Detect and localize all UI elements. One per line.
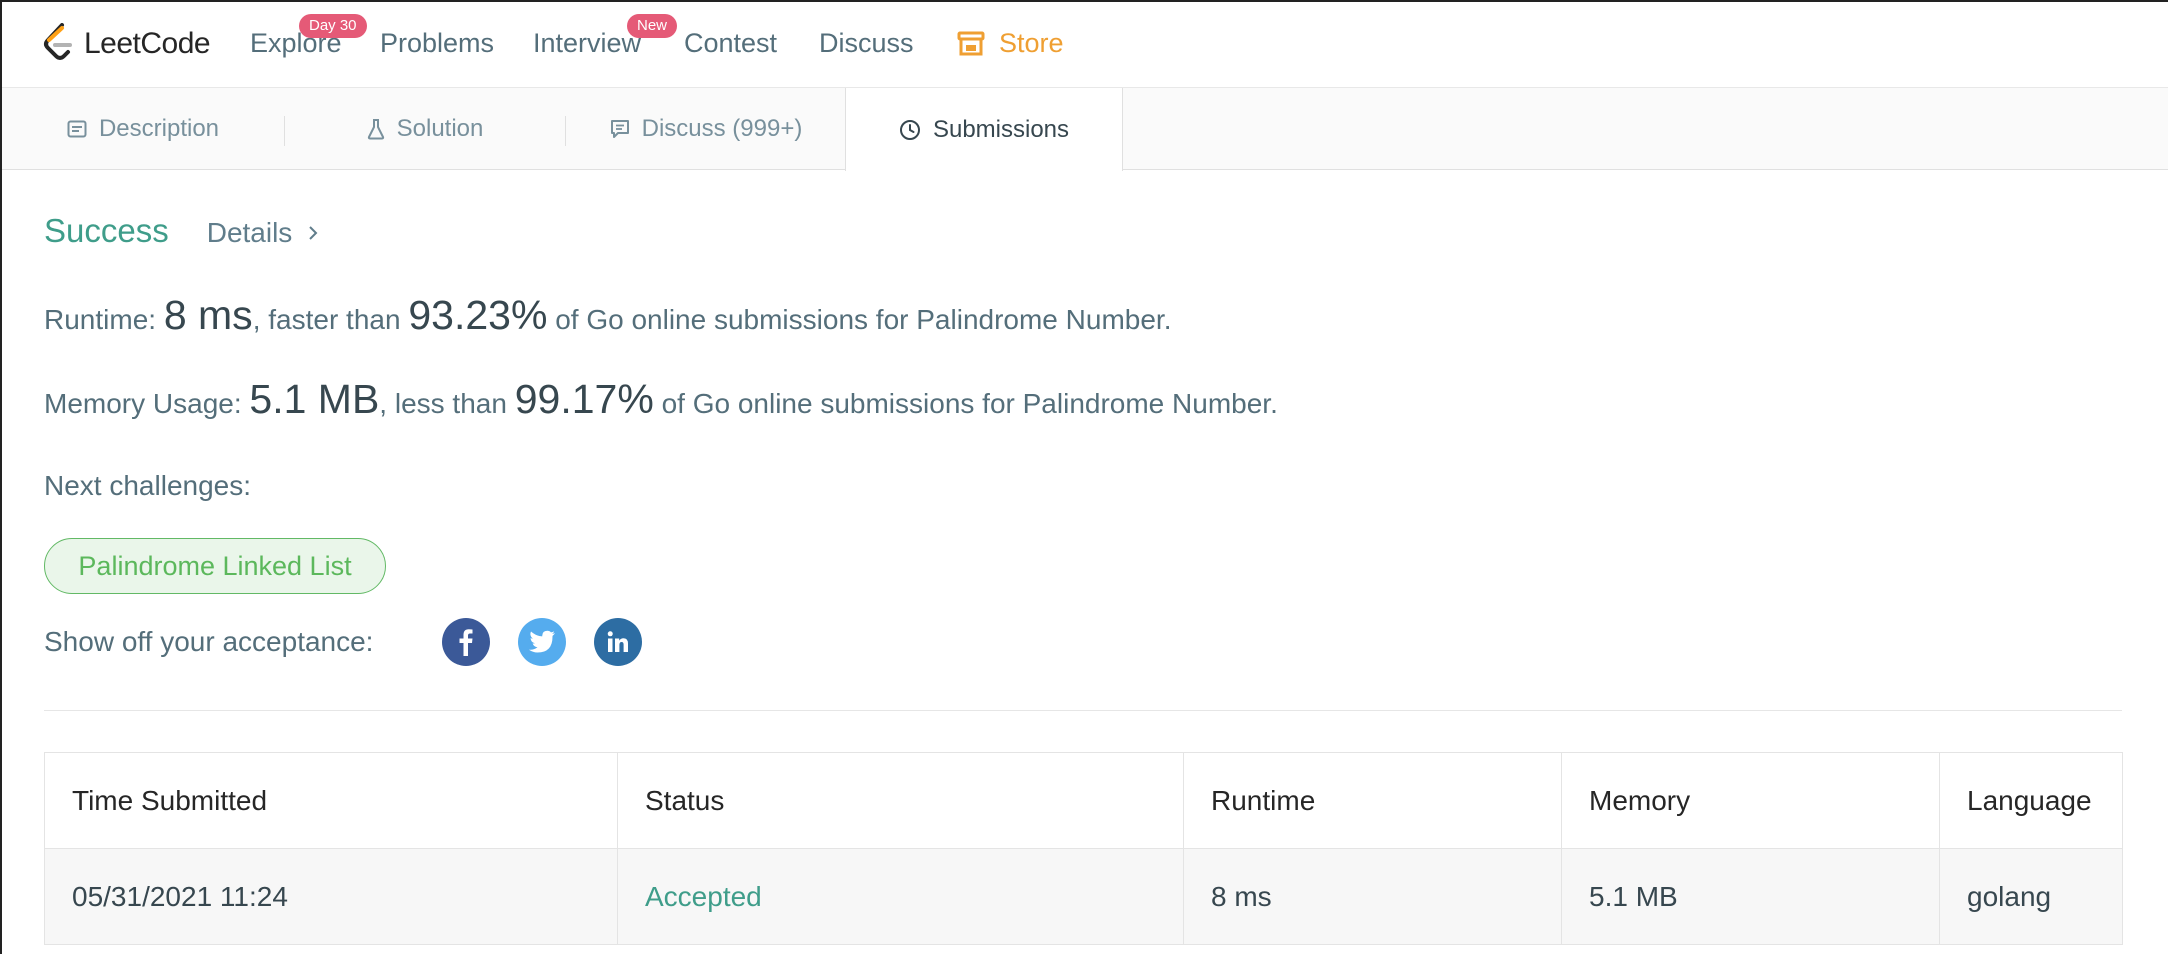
table-row: 05/31/2021 11:24 Accepted 8 ms 5.1 MB go… xyxy=(45,849,2122,945)
flask-icon xyxy=(367,119,384,140)
column-header-memory[interactable]: Memory xyxy=(1562,753,1940,848)
tab-submissions[interactable]: Submissions xyxy=(845,88,1123,171)
tab-discuss-label: Discuss (999+) xyxy=(641,115,803,142)
result-status-row: Success Details xyxy=(44,212,318,250)
twitter-share-button[interactable] xyxy=(518,618,566,666)
runtime-value: 8 ms xyxy=(163,292,253,338)
tab-solution-label: Solution xyxy=(396,115,484,142)
problem-tabs: Description Solution Discuss (999+) Subm… xyxy=(2,88,2168,171)
chevron-right-icon xyxy=(309,226,318,240)
memory-value: 5.1 MB xyxy=(249,376,380,422)
memory-percent: 99.17% xyxy=(514,376,654,422)
linkedin-icon xyxy=(607,631,628,652)
runtime-suffix: of Go online submissions for Palindrome … xyxy=(555,304,1172,335)
next-challenge-chip[interactable]: Palindrome Linked List xyxy=(44,538,386,594)
description-icon xyxy=(67,120,87,138)
page-frame: LeetCode Explore Day 30 Problems Intervi… xyxy=(0,0,2168,954)
brand-name: LeetCode xyxy=(84,27,211,60)
runtime-percent: 93.23% xyxy=(408,292,548,338)
runtime-label: Runtime: xyxy=(44,304,157,335)
tab-description[interactable]: Description xyxy=(2,88,284,170)
store-icon xyxy=(957,31,985,55)
submission-status: Success xyxy=(44,212,169,249)
facebook-icon xyxy=(459,629,473,656)
cell-memory: 5.1 MB xyxy=(1562,849,1940,944)
nav-store[interactable]: Store xyxy=(957,28,1064,59)
cell-status: Accepted xyxy=(618,849,1184,944)
cell-runtime: 8 ms xyxy=(1184,849,1562,944)
nav-interview[interactable]: Interview xyxy=(533,28,641,59)
cell-language: golang xyxy=(1967,880,2052,912)
runtime-line: Runtime: 8 ms, faster than 93.23% of Go … xyxy=(44,292,1171,339)
details-label: Details xyxy=(206,217,293,248)
tab-solution[interactable]: Solution xyxy=(285,88,565,170)
tab-submissions-label: Submissions xyxy=(932,115,1070,143)
next-challenges-label: Next challenges: xyxy=(44,470,252,501)
column-header-time[interactable]: Time Submitted xyxy=(45,753,618,848)
top-nav: LeetCode Explore Day 30 Problems Intervi… xyxy=(2,2,2168,88)
store-label: Store xyxy=(999,28,1064,58)
memory-mid: , less than xyxy=(379,388,507,419)
cell-time-submitted: 05/31/2021 11:24 xyxy=(45,849,618,944)
memory-suffix: of Go online submissions for Palindrome … xyxy=(661,388,1278,419)
facebook-share-button[interactable] xyxy=(442,618,490,666)
nav-contest[interactable]: Contest xyxy=(684,28,777,59)
nav-problems[interactable]: Problems xyxy=(380,28,494,59)
memory-line: Memory Usage: 5.1 MB, less than 99.17% o… xyxy=(44,376,1278,423)
details-link[interactable]: Details xyxy=(207,217,319,249)
status-accepted-link[interactable]: Accepted xyxy=(645,881,762,913)
tab-description-label: Description xyxy=(98,115,220,142)
nav-discuss[interactable]: Discuss xyxy=(819,28,914,59)
clock-icon xyxy=(899,119,920,140)
comment-icon xyxy=(610,120,629,138)
linkedin-share-button[interactable] xyxy=(594,618,642,666)
runtime-mid: , faster than xyxy=(252,304,401,335)
share-label: Show off your acceptance: xyxy=(44,626,374,657)
column-header-status[interactable]: Status xyxy=(618,753,1184,848)
tab-discuss[interactable]: Discuss (999+) xyxy=(566,88,846,170)
column-header-runtime[interactable]: Runtime xyxy=(1184,753,1562,848)
interview-badge: New xyxy=(627,14,678,38)
memory-label: Memory Usage: xyxy=(44,388,242,419)
column-header-language[interactable]: Language xyxy=(1940,753,2122,848)
section-divider xyxy=(44,710,2122,711)
table-header-row: Time Submitted Status Runtime Memory Lan… xyxy=(45,753,2122,849)
submissions-table: Time Submitted Status Runtime Memory Lan… xyxy=(44,752,2123,945)
explore-badge: Day 30 xyxy=(299,14,367,38)
leetcode-logo[interactable]: LeetCode xyxy=(42,22,211,66)
twitter-icon xyxy=(528,630,555,653)
leetcode-logo-icon xyxy=(44,23,72,60)
